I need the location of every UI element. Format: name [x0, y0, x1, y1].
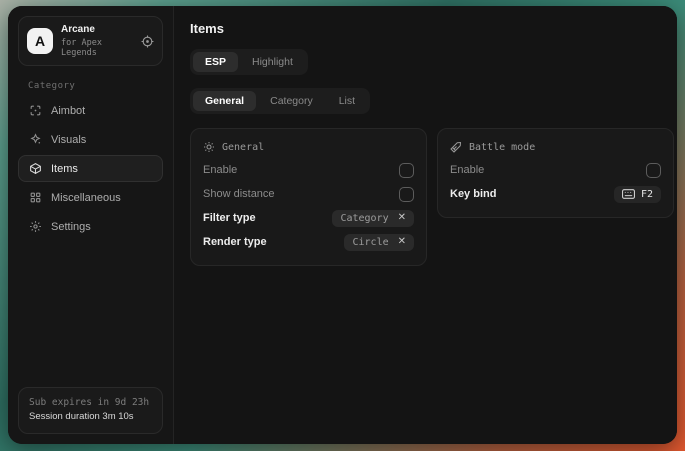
- setting-label: Key bind: [450, 188, 496, 200]
- sidebar-item-visuals[interactable]: Visuals: [18, 126, 163, 153]
- setting-label: Enable: [203, 164, 237, 176]
- sidebar-item-label: Items: [51, 163, 78, 175]
- setting-label: Show distance: [203, 188, 275, 200]
- sidebar-item-settings[interactable]: Settings: [18, 213, 163, 240]
- sidebar-item-items[interactable]: Items: [18, 155, 163, 182]
- setting-label: Render type: [203, 236, 267, 248]
- sidebar: A Arcane for Apex Legends Category: [8, 6, 174, 444]
- enable-checkbox[interactable]: [399, 163, 414, 178]
- remove-tag-icon[interactable]: ✕: [398, 213, 406, 223]
- general-panel: General Enable Show distance Filter type…: [190, 128, 427, 266]
- setting-row-key-bind: Key bind F2: [450, 182, 661, 206]
- key-bind-button[interactable]: F2: [614, 186, 661, 203]
- app-subtitle: for Apex Legends: [61, 38, 133, 58]
- setting-row-show-distance: Show distance: [203, 182, 414, 206]
- sidebar-item-label: Miscellaneous: [51, 192, 121, 204]
- app-name: Arcane: [61, 24, 133, 36]
- box-icon: [29, 162, 42, 175]
- setting-row-render-type: Render type Circle ✕: [203, 230, 414, 254]
- page-title: Items: [190, 21, 674, 36]
- sub-expires-text: Sub expires in 9d 23h: [29, 396, 152, 411]
- setting-row-enable: Enable: [203, 158, 414, 182]
- mode-tab-group: ESP Highlight: [190, 49, 308, 75]
- gear-icon: [29, 220, 42, 233]
- sun-icon: [203, 141, 215, 153]
- sidebar-item-label: Visuals: [51, 134, 86, 146]
- battle-mode-panel: Battle mode Enable Key bind: [437, 128, 674, 218]
- grid-icon: [29, 191, 42, 204]
- remove-tag-icon[interactable]: ✕: [398, 237, 406, 247]
- setting-label: Filter type: [203, 212, 256, 224]
- sword-icon: [450, 141, 462, 153]
- sidebar-category-label: Category: [28, 81, 163, 91]
- brand-text: Arcane for Apex Legends: [61, 24, 133, 58]
- setting-row-filter-type: Filter type Category ✕: [203, 206, 414, 230]
- app-logo: A: [27, 28, 53, 54]
- target-icon[interactable]: [141, 35, 154, 48]
- subscription-info-card: Sub expires in 9d 23h Session duration 3…: [18, 387, 163, 434]
- sidebar-item-label: Settings: [51, 221, 91, 233]
- tab-category[interactable]: Category: [258, 91, 325, 111]
- render-type-tag[interactable]: Circle ✕: [344, 234, 414, 251]
- tag-value: Category: [340, 213, 388, 224]
- tab-list[interactable]: List: [327, 91, 367, 111]
- sidebar-nav: Aimbot Visuals Items: [18, 97, 163, 240]
- tab-highlight[interactable]: Highlight: [240, 52, 305, 72]
- sidebar-item-label: Aimbot: [51, 105, 85, 117]
- crosshair-icon: [29, 104, 42, 117]
- session-duration-text: Session duration 3m 10s: [29, 410, 152, 425]
- sparkle-icon: [29, 133, 42, 146]
- panel-title: General: [222, 142, 264, 153]
- sidebar-item-aimbot[interactable]: Aimbot: [18, 97, 163, 124]
- key-bind-value: F2: [641, 189, 653, 200]
- setting-label: Enable: [450, 164, 484, 176]
- app-window: A Arcane for Apex Legends Category: [8, 6, 677, 444]
- filter-type-tag[interactable]: Category ✕: [332, 210, 414, 227]
- battle-enable-checkbox[interactable]: [646, 163, 661, 178]
- keyboard-icon: [622, 189, 635, 199]
- view-tab-group: General Category List: [190, 88, 370, 114]
- brand-card: A Arcane for Apex Legends: [18, 16, 163, 66]
- main-content: Items ESP Highlight General Category Lis…: [174, 6, 677, 444]
- setting-row-enable: Enable: [450, 158, 661, 182]
- show-distance-checkbox[interactable]: [399, 187, 414, 202]
- sidebar-item-miscellaneous[interactable]: Miscellaneous: [18, 184, 163, 211]
- tag-value: Circle: [352, 237, 388, 248]
- panel-title: Battle mode: [469, 142, 535, 153]
- tab-esp[interactable]: ESP: [193, 52, 238, 72]
- tab-general[interactable]: General: [193, 91, 256, 111]
